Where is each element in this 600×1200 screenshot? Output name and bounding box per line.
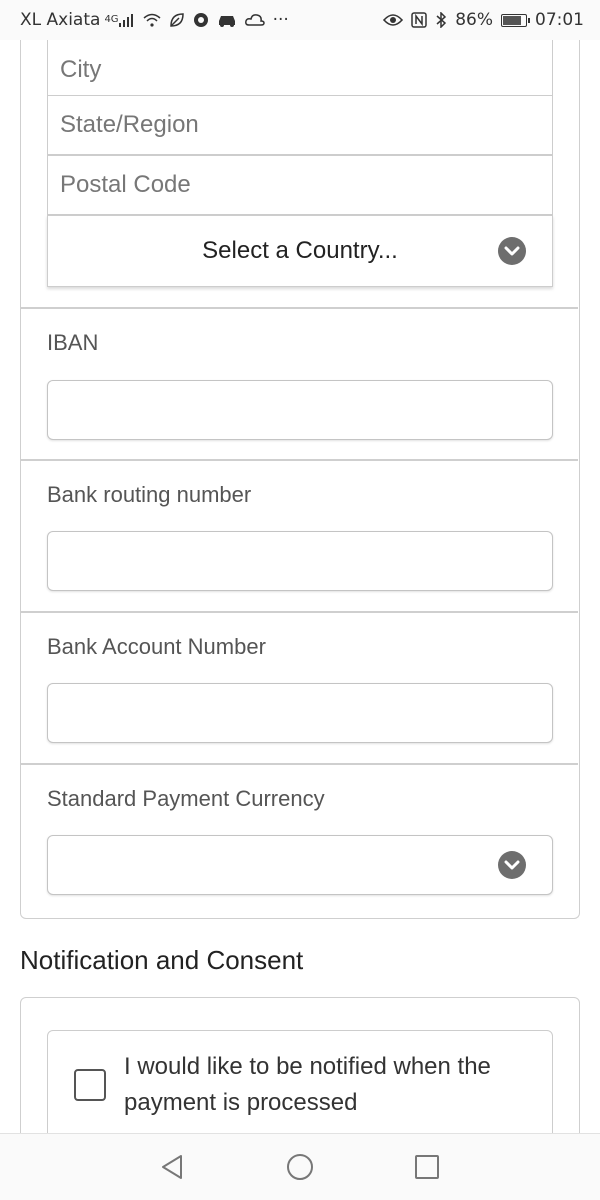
- bluetooth-icon: [435, 12, 447, 28]
- currency-select[interactable]: [47, 835, 553, 895]
- divider: [21, 459, 578, 461]
- home-circle-icon: [287, 1154, 313, 1180]
- back-triangle-icon: [162, 1155, 182, 1179]
- routing-number-label: Bank routing number: [47, 482, 252, 507]
- eye-icon: [383, 13, 404, 27]
- network-type: 4G: [104, 14, 119, 25]
- more-status-icon: ···: [272, 10, 289, 30]
- divider: [21, 307, 578, 309]
- notification-section-title: Notification and Consent: [20, 945, 304, 975]
- status-left: XL Axiata 4G ···: [20, 10, 289, 30]
- consent-text: I would like to be notified when the pay…: [124, 1053, 491, 1116]
- leaf-icon: [169, 12, 185, 28]
- back-button[interactable]: [157, 1152, 187, 1182]
- chevron-down-icon: [498, 237, 526, 265]
- battery-percent: 86%: [455, 10, 493, 30]
- recents-button[interactable]: [412, 1152, 442, 1182]
- postal-code-input[interactable]: Postal Code: [47, 155, 553, 215]
- nfc-icon: [411, 12, 427, 28]
- divider: [21, 611, 578, 613]
- cloud-icon: [244, 13, 265, 27]
- routing-number-input[interactable]: [47, 531, 553, 591]
- postal-placeholder: Postal Code: [60, 171, 191, 198]
- car-icon: [217, 13, 237, 27]
- chevron-down-icon: [498, 851, 526, 879]
- currency-label: Standard Payment Currency: [47, 786, 325, 811]
- clock: 07:01: [535, 10, 584, 30]
- wifi-icon: [143, 13, 161, 27]
- notify-checkbox[interactable]: [74, 1069, 106, 1101]
- navigation-bar: [0, 1133, 600, 1200]
- account-number-input[interactable]: [47, 683, 553, 743]
- divider: [21, 763, 578, 765]
- country-select-value: Select a Country...: [202, 237, 398, 264]
- battery-icon: [501, 13, 530, 27]
- state-placeholder: State/Region: [60, 111, 199, 138]
- city-input[interactable]: City: [47, 40, 553, 100]
- payment-details-card: City State/Region Postal Code Select a C…: [20, 40, 580, 919]
- carrier-name: XL Axiata: [20, 10, 101, 30]
- recents-square-icon: [415, 1155, 439, 1179]
- iban-input[interactable]: [47, 380, 553, 440]
- signal-icon: 4G: [104, 13, 134, 27]
- state-region-input[interactable]: State/Region: [47, 95, 553, 155]
- status-right: 86% 07:01: [383, 10, 584, 30]
- status-bar: XL Axiata 4G ··· 86% 07:01: [0, 0, 600, 40]
- iban-label: IBAN: [47, 330, 99, 355]
- chrome-icon: [193, 12, 209, 28]
- country-select[interactable]: Select a Country...: [47, 215, 553, 287]
- account-number-label: Bank Account Number: [47, 634, 266, 659]
- home-button[interactable]: [285, 1152, 315, 1182]
- city-placeholder: City: [60, 55, 102, 83]
